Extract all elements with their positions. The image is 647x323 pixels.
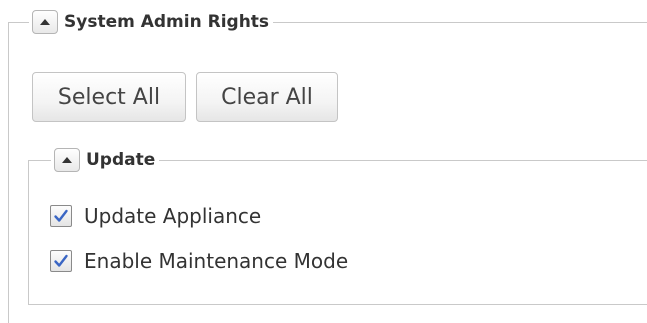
subsection-border-left bbox=[28, 160, 29, 305]
enable-maintenance-mode-option[interactable]: Enable Maintenance Mode bbox=[50, 249, 348, 273]
subsection-border-bottom bbox=[28, 304, 647, 305]
section-border-left bbox=[8, 22, 9, 323]
checkmark-icon bbox=[54, 209, 68, 222]
subsection-header: Update bbox=[51, 146, 160, 174]
update-appliance-checkbox[interactable] bbox=[50, 205, 72, 227]
collapse-section-button[interactable] bbox=[32, 10, 58, 34]
update-appliance-option[interactable]: Update Appliance bbox=[50, 204, 261, 228]
enable-maintenance-mode-label: Enable Maintenance Mode bbox=[84, 249, 349, 273]
enable-maintenance-mode-checkbox[interactable] bbox=[50, 250, 72, 272]
section-title: System Admin Rights bbox=[64, 12, 270, 32]
section-header: System Admin Rights bbox=[29, 8, 274, 36]
triangle-up-icon bbox=[40, 19, 50, 25]
select-all-button[interactable]: Select All bbox=[32, 72, 186, 122]
subsection-title: Update bbox=[86, 150, 156, 170]
checkmark-icon bbox=[54, 254, 68, 267]
triangle-up-icon bbox=[62, 157, 72, 163]
update-appliance-label: Update Appliance bbox=[84, 204, 262, 228]
clear-all-button[interactable]: Clear All bbox=[196, 72, 338, 122]
collapse-subsection-button[interactable] bbox=[54, 148, 80, 172]
